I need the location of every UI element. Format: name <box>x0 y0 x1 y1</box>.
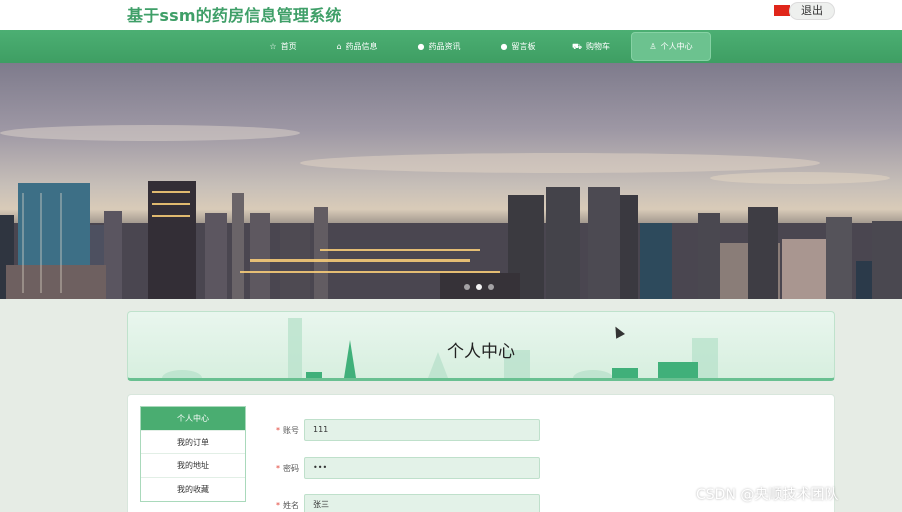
language-flag-icon[interactable] <box>774 5 790 16</box>
page-title: 个人中心 <box>447 342 515 362</box>
nav-item-label: 个人中心 <box>660 42 693 51</box>
banner-carousel[interactable] <box>0 63 902 299</box>
circle-icon: ● <box>500 42 508 51</box>
form-row-password: * 密码 ••• <box>276 457 540 479</box>
name-label: 姓名 <box>283 500 299 510</box>
nav-item-medicine-news[interactable]: ● 药品资讯 <box>408 32 470 61</box>
user-icon: ♙ <box>649 42 657 51</box>
star-icon: ☆ <box>269 42 277 51</box>
top-header: 基于ssm的药房信息管理系统 退出 <box>0 0 902 30</box>
side-menu-item-personal-center[interactable]: 个人中心 <box>141 407 245 431</box>
nav-item-label: 药品资讯 <box>428 42 461 51</box>
nav-item-home[interactable]: ☆ 首页 <box>260 32 306 61</box>
nav-item-medicine-info[interactable]: ⌂ 药品信息 <box>326 32 388 61</box>
account-label: 账号 <box>283 425 299 435</box>
carousel-dot[interactable] <box>464 284 470 290</box>
account-input[interactable]: 111 <box>304 419 540 441</box>
required-mark: * <box>276 463 280 473</box>
side-menu-item-my-favorites[interactable]: 我的收藏 <box>141 478 245 502</box>
side-menu: 个人中心 我的订单 我的地址 我的收藏 <box>140 406 246 502</box>
carousel-dot[interactable] <box>488 284 494 290</box>
side-menu-item-my-address[interactable]: 我的地址 <box>141 454 245 478</box>
nav-item-label: 药品信息 <box>345 42 378 51</box>
cart-icon: ⛟ <box>571 42 583 51</box>
city-skyline-image <box>0 125 902 299</box>
required-mark: * <box>276 425 280 435</box>
csdn-watermark: CSDN @央顺技术团队 <box>696 487 839 503</box>
site-title: 基于ssm的药房信息管理系统 <box>127 6 342 25</box>
main-nav: ☆ 首页 ⌂ 药品信息 ● 药品资讯 ● 留言板 ⛟ 购物车 ♙ 个人中心 <box>0 30 902 63</box>
form-row-account: * 账号 111 <box>276 419 540 441</box>
password-label: 密码 <box>283 463 299 473</box>
password-input[interactable]: ••• <box>304 457 540 479</box>
page-title-panel: 个人中心 <box>127 311 835 381</box>
nav-item-label: 购物车 <box>586 42 611 51</box>
circle-icon: ● <box>417 42 425 51</box>
form-row-name: * 姓名 张三 <box>276 494 540 512</box>
logout-button[interactable]: 退出 <box>789 2 835 20</box>
side-menu-item-my-orders[interactable]: 我的订单 <box>141 431 245 454</box>
carousel-indicators <box>464 284 494 290</box>
lock-icon: ⌂ <box>336 42 342 51</box>
required-mark: * <box>276 500 280 510</box>
carousel-dot-active[interactable] <box>476 284 482 290</box>
name-input[interactable]: 张三 <box>304 494 540 512</box>
nav-item-personal-center[interactable]: ♙ 个人中心 <box>631 32 711 61</box>
nav-item-message-board[interactable]: ● 留言板 <box>490 32 546 61</box>
nav-item-label: 首页 <box>280 42 297 51</box>
nav-item-label: 留言板 <box>511 42 536 51</box>
nav-item-cart[interactable]: ⛟ 购物车 <box>566 32 616 61</box>
